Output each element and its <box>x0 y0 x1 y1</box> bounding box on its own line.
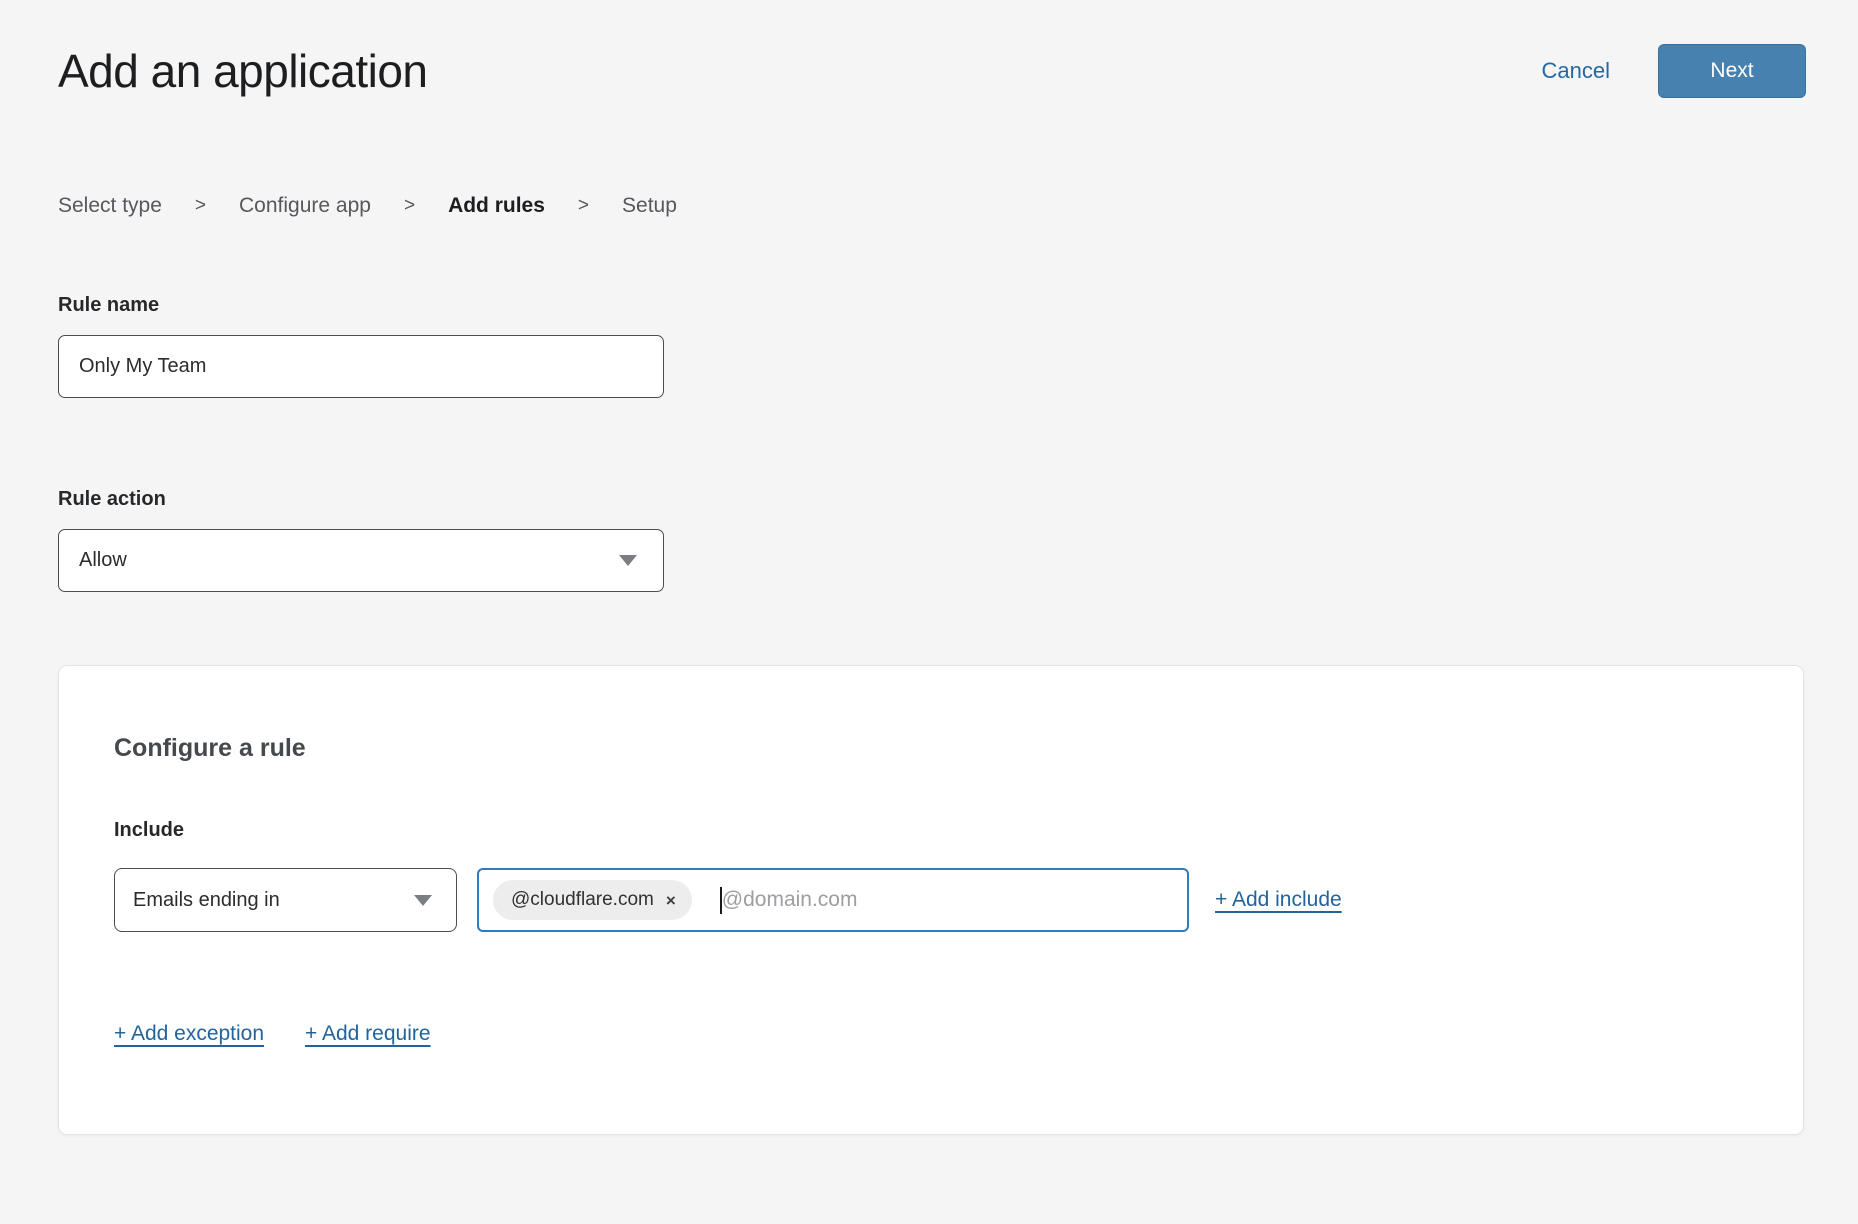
add-include-link[interactable]: + Add include <box>1215 888 1342 912</box>
remove-chip-icon[interactable]: × <box>666 892 676 909</box>
rule-action-selected-value: Allow <box>79 549 127 572</box>
rule-name-field: Rule name <box>58 294 1806 398</box>
chevron-down-icon <box>619 555 637 566</box>
rule-action-label: Rule action <box>58 488 1806 511</box>
include-criteria-select[interactable]: Emails ending in <box>114 868 457 932</box>
breadcrumb: Select type > Configure app > Add rules … <box>58 194 1806 218</box>
breadcrumb-separator: > <box>404 195 415 217</box>
email-domain-tag-input[interactable]: @cloudflare.com × <box>477 868 1189 932</box>
email-domain-input[interactable] <box>722 888 1173 912</box>
rule-name-label: Rule name <box>58 294 1806 317</box>
breadcrumb-step-configure-app[interactable]: Configure app <box>239 194 371 218</box>
add-exception-link[interactable]: + Add exception <box>114 1022 264 1046</box>
page-header: Add an application Cancel Next <box>58 0 1806 98</box>
breadcrumb-step-select-type[interactable]: Select type <box>58 194 162 218</box>
cancel-button[interactable]: Cancel <box>1542 58 1610 84</box>
breadcrumb-step-setup[interactable]: Setup <box>622 194 677 218</box>
header-actions: Cancel Next <box>1542 44 1806 98</box>
breadcrumb-separator: > <box>578 195 589 217</box>
next-button[interactable]: Next <box>1658 44 1806 98</box>
rule-name-input[interactable] <box>58 335 664 398</box>
rule-action-field: Rule action Allow <box>58 488 1806 592</box>
configure-rule-title: Configure a rule <box>114 734 1748 763</box>
include-criteria-selected-value: Emails ending in <box>133 889 280 912</box>
chip-label: @cloudflare.com <box>511 889 654 911</box>
breadcrumb-separator: > <box>195 195 206 217</box>
rule-action-select[interactable]: Allow <box>58 529 664 592</box>
include-label: Include <box>114 819 1748 842</box>
page-title: Add an application <box>58 44 428 98</box>
add-require-link[interactable]: + Add require <box>305 1022 431 1046</box>
add-application-page: Add an application Cancel Next Select ty… <box>0 0 1858 1224</box>
configure-rule-card: Configure a rule Include Emails ending i… <box>58 665 1804 1135</box>
email-domain-chip: @cloudflare.com × <box>493 880 692 920</box>
chevron-down-icon <box>414 895 432 906</box>
rule-extra-links: + Add exception + Add require <box>114 1022 1748 1046</box>
include-row: Emails ending in @cloudflare.com × + Add… <box>114 868 1748 932</box>
breadcrumb-step-add-rules[interactable]: Add rules <box>448 194 545 218</box>
